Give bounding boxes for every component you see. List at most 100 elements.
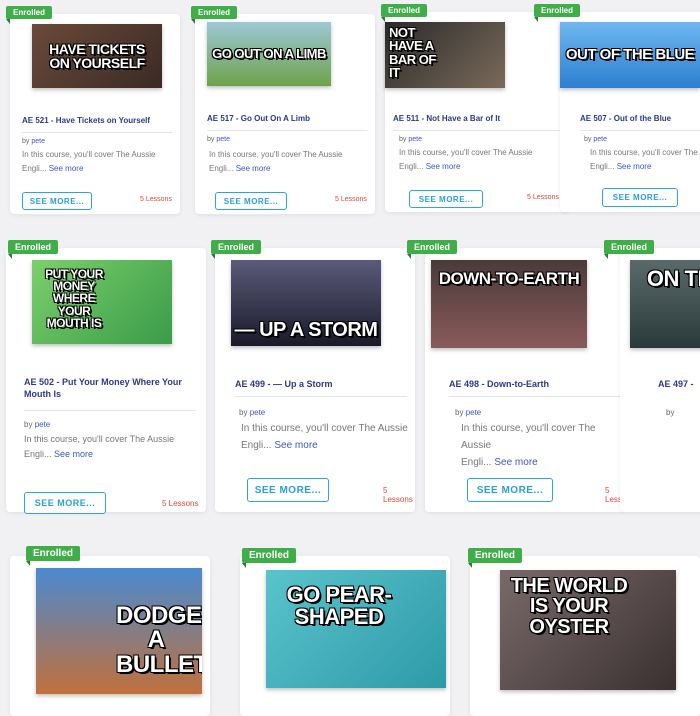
course-card[interactable]: Enrolled PUT YOUR MONEY WHERE YOUR MOUTH… (6, 240, 206, 514)
enrolled-badge: Enrolled (26, 546, 81, 566)
course-card[interactable]: Enrolled ON TI AE 497 - by (604, 240, 700, 512)
enrolled-badge: Enrolled (191, 6, 238, 24)
author-line: by pete (239, 408, 266, 417)
course-card[interactable]: Enrolled DODGE A BULLET (10, 546, 210, 716)
author-link[interactable]: pete (216, 136, 230, 143)
course-thumbnail[interactable]: GO PEAR-SHAPED (266, 570, 446, 688)
course-card[interactable]: Enrolled THE WORLD IS YOUR OYSTER (468, 548, 700, 716)
enrolled-badge: Enrolled (534, 4, 581, 22)
thumbnail-caption: DOWN-TO-EARTH (438, 269, 580, 288)
see-more-button[interactable]: SEE MORE... (467, 478, 553, 502)
course-description: In this course, you'll cover The AussieE… (461, 423, 596, 468)
course-title[interactable]: AE 502 - Put Your Money Where Your Mouth… (24, 376, 196, 400)
course-title[interactable]: AE 511 - Not Have a Bar of It (393, 114, 563, 125)
course-card[interactable]: Enrolled HAVE TICKETS ON YOURSELF AE 521… (6, 6, 180, 214)
course-description: In this course, you'll cover The AussieE… (24, 434, 175, 460)
thumbnail-caption: NOT HAVE A BAR OF IT (389, 25, 436, 80)
course-title[interactable]: AE 521 - Have Tickets on Yourself (22, 116, 172, 127)
author-line: by pete (584, 136, 607, 143)
enrolled-badge: Enrolled (407, 240, 458, 259)
course-title[interactable]: AE 507 - Out of the Blue (580, 114, 700, 125)
course-thumbnail[interactable]: — UP A STORM (231, 260, 381, 346)
course-title[interactable]: AE 517 - Go Out On A Limb (207, 114, 367, 125)
course-card[interactable]: Enrolled NOT HAVE A BAR OF IT AE 511 - N… (381, 4, 570, 212)
enrolled-badge: Enrolled (604, 240, 655, 259)
course-title[interactable]: AE 498 - Down-to-Earth (449, 378, 621, 390)
author-link[interactable]: pete (35, 420, 51, 429)
see-more-button[interactable]: SEE MORE... (24, 492, 106, 514)
author-link[interactable]: pete (31, 138, 45, 145)
author-link[interactable]: pete (466, 408, 482, 417)
see-more-link[interactable]: See more (617, 162, 652, 171)
author-link[interactable]: pete (408, 136, 422, 143)
course-card[interactable]: Enrolled GO PEAR-SHAPED (240, 548, 450, 716)
lessons-count: 5 Lessons (383, 486, 413, 504)
enrolled-badge: Enrolled (242, 548, 297, 568)
course-thumbnail[interactable]: OUT OF THE BLUE (560, 22, 700, 88)
course-thumbnail[interactable]: DOWN-TO-EARTH (431, 260, 587, 348)
see-more-button[interactable]: SEE MORE... (409, 190, 483, 208)
course-thumbnail[interactable]: NOT HAVE A BAR OF IT (385, 22, 505, 88)
course-description: In this course, you'll cover The AussieE… (22, 150, 156, 173)
author-line: by pete (399, 136, 422, 143)
thumbnail-caption: THE WORLD IS YOUR OYSTER (510, 575, 628, 638)
thumbnail-caption: GO OUT ON A LIMB (212, 46, 326, 62)
thumbnail-caption: — UP A STORM (234, 318, 378, 341)
thumbnail-caption: OUT OF THE BLUE (565, 46, 695, 64)
course-title[interactable]: AE 497 - (658, 378, 700, 390)
author-line: by pete (22, 138, 45, 145)
author-line: by pete (207, 136, 230, 143)
divider (22, 132, 172, 133)
thumbnail-caption: GO PEAR-SHAPED (286, 582, 392, 630)
course-description: In this course, you'll cover The AussieE… (590, 148, 700, 171)
author-link[interactable]: pete (593, 136, 607, 143)
author-link[interactable]: pete (250, 408, 266, 417)
course-title[interactable]: AE 499 - — Up a Storm (235, 378, 407, 390)
course-thumbnail[interactable]: HAVE TICKETS ON YOURSELF (32, 24, 162, 88)
lessons-count: 5 Lessons (527, 194, 559, 201)
divider (580, 130, 700, 131)
course-thumbnail[interactable]: THE WORLD IS YOUR OYSTER (500, 570, 676, 690)
enrolled-badge: Enrolled (8, 240, 59, 259)
course-thumbnail[interactable]: PUT YOUR MONEY WHERE YOUR MOUTH IS (32, 260, 172, 344)
course-description: In this course, you'll cover The AussieE… (241, 423, 408, 451)
course-description: In this course, you'll cover The AussieE… (209, 150, 343, 173)
see-more-link[interactable]: See more (426, 162, 461, 171)
see-more-link[interactable]: See more (274, 440, 317, 451)
divider (449, 396, 621, 397)
course-card[interactable]: Enrolled — UP A STORM AE 499 - — Up a St… (211, 240, 415, 512)
course-description: In this course, you'll cover The AussieE… (399, 148, 533, 171)
thumbnail-caption: HAVE TICKETS ON YOURSELF (49, 40, 145, 71)
course-thumbnail[interactable]: ON TI (630, 260, 700, 348)
divider (393, 130, 563, 131)
thumbnail-caption: DODGE A BULLET (116, 602, 202, 678)
enrolled-badge: Enrolled (211, 240, 262, 259)
lessons-count: 5 Lessons (162, 499, 199, 508)
divider (235, 396, 407, 397)
see-more-button[interactable]: SEE MORE... (215, 192, 287, 210)
enrolled-badge: Enrolled (6, 6, 53, 24)
see-more-link[interactable]: See more (54, 449, 93, 459)
course-card[interactable]: Enrolled GO OUT ON A LIMB AE 517 - Go Ou… (191, 6, 375, 214)
author-line: by (666, 408, 675, 417)
author-line: by pete (455, 408, 482, 417)
see-more-link[interactable]: See more (236, 164, 271, 173)
divider (207, 130, 367, 131)
see-more-link[interactable]: See more (494, 457, 537, 468)
thumbnail-caption: PUT YOUR MONEY WHERE YOUR MOUTH IS (45, 267, 103, 330)
course-thumbnail[interactable]: DODGE A BULLET (36, 568, 202, 694)
lessons-count: 5 Lessons (140, 196, 172, 203)
see-more-link[interactable]: See more (49, 164, 84, 173)
see-more-button[interactable]: SEE MORE... (22, 192, 92, 210)
lessons-count: 5 Lessons (335, 196, 367, 203)
course-thumbnail[interactable]: GO OUT ON A LIMB (207, 22, 331, 86)
divider (24, 410, 196, 411)
enrolled-badge: Enrolled (468, 548, 523, 568)
course-card[interactable]: Enrolled OUT OF THE BLUE AE 507 - Out of… (534, 4, 700, 212)
enrolled-badge: Enrolled (381, 4, 428, 22)
see-more-button[interactable]: SEE MORE... (602, 188, 678, 207)
thumbnail-caption: ON TI (646, 266, 700, 291)
course-card[interactable]: Enrolled DOWN-TO-EARTH AE 498 - Down-to-… (407, 240, 635, 512)
see-more-button[interactable]: SEE MORE... (247, 478, 329, 502)
author-line: by pete (24, 420, 51, 429)
